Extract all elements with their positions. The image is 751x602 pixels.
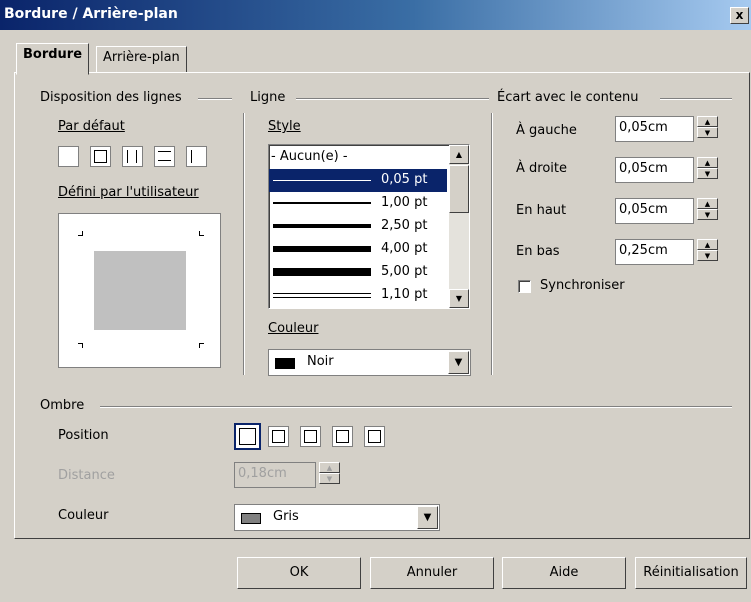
list-item[interactable]: - Aucun(e) - bbox=[269, 146, 447, 169]
shadow-distance-spinner[interactable]: ▲ ▼ bbox=[319, 462, 340, 484]
chevron-down-icon[interactable]: ▼ bbox=[417, 506, 438, 529]
scroll-up-icon[interactable]: ▲ bbox=[449, 145, 469, 164]
corner-mark bbox=[199, 231, 204, 236]
preset-left-right[interactable] bbox=[122, 146, 143, 167]
list-item[interactable]: 5,00 pt bbox=[269, 261, 447, 284]
line-color-label: Couleur bbox=[268, 321, 319, 336]
right-spacing-spinner[interactable]: ▲ ▼ bbox=[697, 157, 718, 179]
list-item[interactable]: 1,00 pt bbox=[269, 192, 447, 215]
separator bbox=[198, 98, 232, 100]
shadow-position-top-left[interactable] bbox=[364, 426, 385, 447]
separator bbox=[100, 406, 732, 408]
shadow-color-label: Couleur bbox=[58, 508, 109, 523]
shadow-position-none[interactable] bbox=[234, 423, 261, 450]
tab-arriere-plan[interactable]: Arrière-plan bbox=[96, 46, 187, 73]
shadow-position-bottom-left[interactable] bbox=[332, 426, 353, 447]
separator bbox=[491, 113, 493, 375]
shadow-position-top-right[interactable] bbox=[300, 426, 321, 447]
list-item[interactable]: 1,10 pt bbox=[269, 284, 447, 307]
list-item[interactable]: 2,50 pt bbox=[269, 215, 447, 238]
preset-box[interactable] bbox=[90, 146, 111, 167]
shadow-position-bottom-right[interactable] bbox=[268, 426, 289, 447]
user-defined-label: Défini par l'utilisateur bbox=[58, 185, 199, 200]
left-spacing-spinner[interactable]: ▲ ▼ bbox=[697, 116, 718, 138]
line-title: Ligne bbox=[250, 90, 286, 105]
help-button[interactable]: Aide bbox=[502, 557, 626, 589]
bottom-spacing-spinner[interactable]: ▲ ▼ bbox=[697, 239, 718, 261]
line-color-select[interactable]: Noir ▼ bbox=[268, 349, 471, 376]
color-swatch bbox=[241, 513, 261, 524]
default-label: Par défaut bbox=[58, 119, 125, 134]
sync-checkbox[interactable] bbox=[518, 280, 531, 293]
separator bbox=[660, 98, 732, 100]
right-spacing-label: À droite bbox=[516, 161, 567, 176]
border-preview[interactable] bbox=[58, 213, 221, 368]
shadow-distance-label: Distance bbox=[58, 468, 115, 483]
top-spacing-label: En haut bbox=[516, 203, 567, 218]
shadow-color-select[interactable]: Gris ▼ bbox=[234, 504, 440, 531]
bottom-spacing-label: En bas bbox=[516, 244, 560, 259]
preset-none[interactable] bbox=[58, 146, 79, 167]
corner-mark bbox=[199, 343, 204, 348]
window-title: Bordure / Arrière-plan bbox=[4, 6, 178, 22]
close-button[interactable]: x bbox=[730, 7, 749, 24]
cancel-button[interactable]: Annuler bbox=[370, 557, 494, 589]
style-listbox[interactable]: - Aucun(e) - 0,05 pt 1,00 pt 2,50 pt 4,0… bbox=[268, 144, 470, 309]
right-spacing-input[interactable]: 0,05cm bbox=[615, 157, 694, 183]
shadow-title: Ombre bbox=[40, 398, 85, 413]
left-spacing-label: À gauche bbox=[516, 123, 577, 138]
ok-button[interactable]: OK bbox=[237, 557, 361, 589]
chevron-down-icon[interactable]: ▼ bbox=[448, 351, 469, 374]
corner-mark bbox=[78, 231, 83, 236]
separator bbox=[296, 98, 489, 100]
corner-mark bbox=[78, 343, 83, 348]
list-item-selected[interactable]: 0,05 pt bbox=[269, 169, 447, 192]
spacing-title: Écart avec le contenu bbox=[497, 90, 639, 105]
scroll-down-icon[interactable]: ▼ bbox=[449, 289, 469, 308]
bottom-spacing-input[interactable]: 0,25cm bbox=[615, 239, 694, 265]
color-swatch bbox=[275, 358, 295, 369]
reset-button[interactable]: Réinitialisation bbox=[635, 557, 747, 589]
scrollbar[interactable]: ▲ ▼ bbox=[449, 145, 469, 308]
tab-bordure[interactable]: Bordure bbox=[16, 43, 90, 75]
top-spacing-spinner[interactable]: ▲ ▼ bbox=[697, 198, 718, 220]
preview-content-area bbox=[94, 251, 186, 330]
separator bbox=[243, 113, 245, 375]
shadow-distance-input[interactable]: 0,18cm bbox=[234, 462, 316, 488]
scroll-thumb[interactable] bbox=[449, 165, 469, 213]
shadow-position-label: Position bbox=[58, 428, 109, 443]
top-spacing-input[interactable]: 0,05cm bbox=[615, 198, 694, 224]
preset-left[interactable] bbox=[186, 146, 207, 167]
close-icon: x bbox=[735, 8, 744, 22]
sync-label: Synchroniser bbox=[540, 278, 625, 293]
preset-top-bottom[interactable] bbox=[154, 146, 175, 167]
style-label: Style bbox=[268, 119, 301, 134]
line-arrangement-title: Disposition des lignes bbox=[40, 90, 182, 105]
left-spacing-input[interactable]: 0,05cm bbox=[615, 116, 694, 142]
list-item[interactable]: 4,00 pt bbox=[269, 238, 447, 261]
